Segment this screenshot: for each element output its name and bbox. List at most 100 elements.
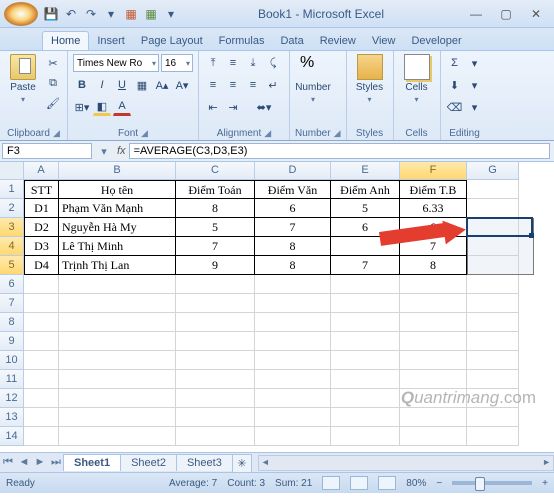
cell[interactable] — [400, 408, 467, 427]
format-painter-icon[interactable]: 🖌 — [44, 94, 62, 112]
tab-next-icon[interactable]: ► — [32, 456, 48, 469]
zoom-in-icon[interactable]: + — [542, 478, 548, 489]
tab-data[interactable]: Data — [272, 32, 311, 50]
cell[interactable] — [467, 237, 519, 256]
cell[interactable] — [59, 332, 176, 351]
cell[interactable] — [467, 294, 519, 313]
horizontal-scrollbar[interactable] — [258, 455, 554, 471]
cell[interactable]: Điểm Văn — [255, 180, 331, 199]
cell[interactable] — [400, 313, 467, 332]
cut-icon[interactable]: ✂ — [44, 54, 62, 72]
increase-indent-icon[interactable]: ⇥ — [224, 98, 242, 116]
cell[interactable] — [331, 427, 400, 446]
cell[interactable] — [59, 370, 176, 389]
cell[interactable] — [59, 275, 176, 294]
column-header[interactable]: C — [176, 162, 255, 180]
cancel-formula-icon[interactable]: ▾ — [94, 145, 114, 158]
cell[interactable] — [255, 408, 331, 427]
row-header[interactable]: 13 — [0, 408, 24, 427]
cell[interactable] — [59, 294, 176, 313]
view-pagebreak-icon[interactable] — [378, 476, 396, 490]
row-header[interactable]: 8 — [0, 313, 24, 332]
cell[interactable] — [467, 370, 519, 389]
cell[interactable] — [176, 275, 255, 294]
cell[interactable]: Điểm Anh — [331, 180, 400, 199]
cell[interactable] — [467, 427, 519, 446]
worksheet-grid[interactable]: ABCDEFG 1234567891011121314 STTHọ tênĐiể… — [0, 162, 554, 452]
fill-button[interactable]: ⬇ — [446, 76, 464, 94]
cell[interactable] — [331, 351, 400, 370]
cell[interactable] — [176, 351, 255, 370]
cell[interactable]: 5 — [176, 218, 255, 237]
cell[interactable] — [400, 370, 467, 389]
cell[interactable] — [255, 351, 331, 370]
cell[interactable]: 7 — [176, 237, 255, 256]
sheet-tab-2[interactable]: Sheet2 — [120, 454, 177, 471]
cell[interactable] — [176, 332, 255, 351]
cell[interactable] — [331, 294, 400, 313]
zoom-level[interactable]: 80% — [406, 478, 426, 489]
font-dialog-icon[interactable]: ◢ — [141, 128, 148, 139]
cell[interactable]: Nguyễn Hà My — [59, 218, 176, 237]
cell[interactable] — [59, 408, 176, 427]
column-header[interactable]: F — [400, 162, 467, 180]
cell[interactable] — [176, 370, 255, 389]
cell[interactable] — [467, 389, 519, 408]
new-sheet-button[interactable]: ✳ — [232, 454, 252, 472]
cell[interactable] — [59, 313, 176, 332]
cell[interactable] — [467, 408, 519, 427]
redo-icon[interactable]: ↷ — [82, 5, 100, 23]
border-more-button[interactable]: ⊞▾ — [73, 98, 91, 116]
cell[interactable] — [24, 351, 59, 370]
cell[interactable]: Trịnh Thị Lan — [59, 256, 176, 275]
save-icon[interactable]: 💾 — [42, 5, 60, 23]
cell[interactable]: 8 — [255, 237, 331, 256]
grow-font-icon[interactable]: A▴ — [153, 76, 171, 94]
cell[interactable] — [255, 370, 331, 389]
cell[interactable] — [467, 218, 519, 237]
office-button[interactable] — [4, 2, 38, 26]
cell[interactable]: 7 — [331, 256, 400, 275]
column-header[interactable]: D — [255, 162, 331, 180]
tab-formulas[interactable]: Formulas — [211, 32, 273, 50]
number-format-button[interactable]: % Number ▾ — [295, 54, 331, 104]
sheet-tab-3[interactable]: Sheet3 — [176, 454, 233, 471]
copy-icon[interactable]: ⧉ — [44, 74, 62, 92]
align-top-icon[interactable]: ⤒ — [204, 54, 222, 72]
close-button[interactable]: ✕ — [522, 5, 550, 23]
row-header[interactable]: 14 — [0, 427, 24, 446]
cell[interactable]: 6 — [255, 199, 331, 218]
cell[interactable] — [331, 408, 400, 427]
cell[interactable] — [331, 237, 400, 256]
tab-home[interactable]: Home — [42, 31, 89, 50]
cell[interactable]: 6 — [400, 218, 467, 237]
autosum-button[interactable]: Σ — [446, 54, 464, 72]
cell[interactable] — [255, 332, 331, 351]
cell[interactable] — [255, 294, 331, 313]
cell[interactable] — [59, 351, 176, 370]
cell[interactable] — [400, 427, 467, 446]
align-right-icon[interactable]: ≡ — [244, 76, 262, 94]
row-header[interactable]: 9 — [0, 332, 24, 351]
cell[interactable] — [331, 389, 400, 408]
column-header[interactable]: E — [331, 162, 400, 180]
zoom-slider[interactable] — [452, 481, 532, 485]
formula-bar[interactable]: =AVERAGE(C3,D3,E3) — [129, 143, 550, 159]
fx-icon[interactable]: fx — [114, 145, 129, 157]
cell[interactable]: Phạm Văn Mạnh — [59, 199, 176, 218]
cell[interactable] — [467, 275, 519, 294]
cells-button[interactable]: Cells ▾ — [399, 54, 435, 104]
cell[interactable] — [400, 351, 467, 370]
alignment-dialog-icon[interactable]: ◢ — [264, 128, 271, 139]
cell[interactable]: 8 — [400, 256, 467, 275]
cell[interactable] — [24, 408, 59, 427]
shrink-font-icon[interactable]: A▾ — [173, 76, 191, 94]
tab-prev-icon[interactable]: ◄ — [16, 456, 32, 469]
cell[interactable] — [400, 294, 467, 313]
tab-last-icon[interactable]: ⏭ — [48, 456, 64, 469]
tab-page-layout[interactable]: Page Layout — [133, 32, 211, 50]
qat-extra-2-icon[interactable]: ▦ — [142, 5, 160, 23]
zoom-out-icon[interactable]: − — [436, 478, 442, 489]
row-header[interactable]: 6 — [0, 275, 24, 294]
cell[interactable] — [59, 427, 176, 446]
